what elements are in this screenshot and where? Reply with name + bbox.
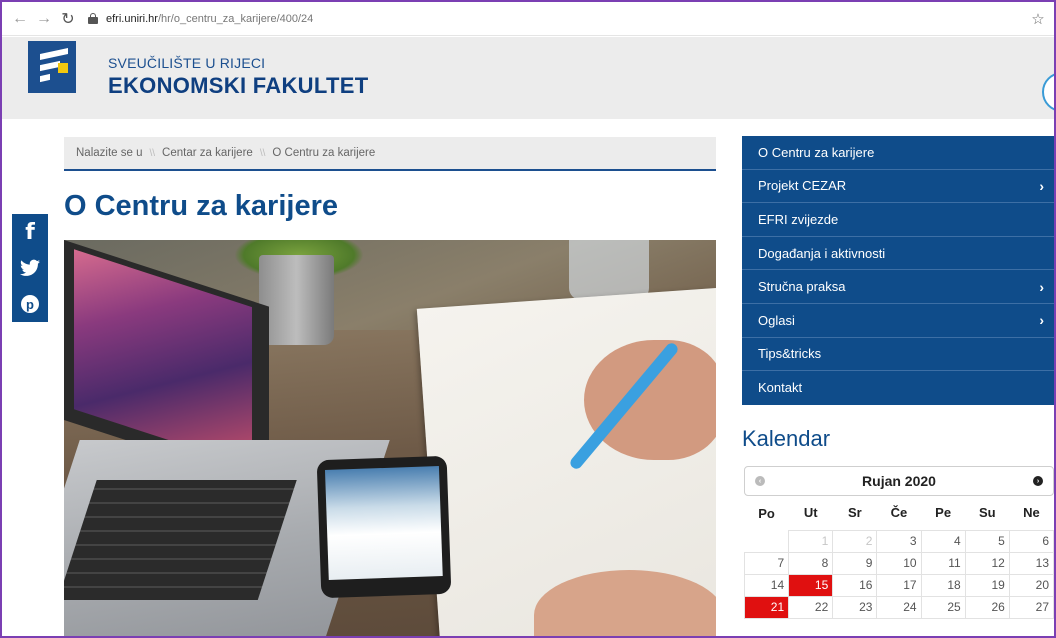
sidebar-item-kontakt[interactable]: Kontakt — [742, 371, 1054, 405]
lock-icon — [88, 13, 98, 24]
breadcrumb-item-current: O Centru za karijere — [272, 147, 376, 159]
sidebar-item-label: Kontakt — [758, 380, 803, 396]
calendar-day[interactable]: 2 — [832, 529, 878, 553]
calendar-day[interactable]: 13 — [1008, 551, 1054, 575]
sidebar-item-label: Događanja i aktivnosti — [758, 245, 886, 261]
calendar-day[interactable]: 21 — [743, 595, 790, 619]
back-arrow-icon[interactable]: ← — [8, 7, 32, 31]
calendar-day[interactable]: 25 — [920, 595, 966, 619]
breadcrumb-item-centar[interactable]: Centar za karijere — [162, 147, 253, 159]
calendar-day[interactable]: 18 — [920, 573, 966, 597]
breadcrumb-separator: \\ — [259, 147, 266, 159]
calendar-empty-cell — [745, 530, 789, 552]
calendar-day[interactable]: 24 — [876, 595, 922, 619]
calendar-day[interactable]: 4 — [920, 529, 966, 553]
calendar-day[interactable]: 22 — [788, 595, 834, 619]
social-share-bar: f p — [12, 214, 48, 322]
browser-window: ← → ↻ efri.uniri.hr/hr/o_centru_za_karij… — [0, 0, 1056, 638]
sidebar-item-strucna-praksa[interactable]: Stručna praksa › — [742, 270, 1054, 304]
site-header: SVEUČILIŠTE U RIJECI EKONOMSKI FAKULTET — [2, 37, 1054, 119]
calendar-day[interactable]: 9 — [832, 551, 878, 575]
calendar-day[interactable]: 20 — [1008, 573, 1054, 597]
pinterest-icon[interactable]: p — [12, 286, 48, 322]
calendar-day[interactable]: 10 — [876, 551, 922, 575]
browser-toolbar: ← → ↻ efri.uniri.hr/hr/o_centru_za_karij… — [2, 2, 1054, 36]
faculty-name[interactable]: EKONOMSKI FAKULTET — [108, 73, 368, 99]
calendar-weekday: Če — [890, 505, 908, 521]
calendar-day[interactable]: 19 — [964, 573, 1010, 597]
calendar-day[interactable]: 14 — [743, 573, 790, 597]
university-name: SVEUČILIŠTE U RIJECI — [108, 55, 266, 71]
calendar-month: Rujan 2020 — [862, 473, 936, 489]
calendar-day[interactable]: 5 — [964, 529, 1010, 553]
calendar-title: Kalendar — [742, 426, 831, 451]
sidebar-nav: O Centru za karijere Projekt CEZAR › EFRI… — [742, 136, 1054, 405]
sidebar-item-oglasi[interactable]: Oglasi › — [742, 304, 1054, 338]
sidebar-item-label: Stručna praksa — [758, 279, 846, 295]
calendar-day[interactable]: 11 — [920, 551, 966, 575]
sidebar-item-label: Tips&tricks — [758, 346, 822, 362]
previous-month-icon[interactable]: ‹ — [755, 476, 765, 486]
calendar-day[interactable]: 17 — [876, 573, 922, 597]
sidebar-item-projekt-cezar[interactable]: Projekt CEZAR › — [742, 170, 1054, 204]
twitter-icon[interactable] — [12, 250, 48, 286]
calendar-day[interactable]: 8 — [788, 551, 834, 575]
calendar-weekday: Ne — [1023, 505, 1040, 521]
breadcrumb-label: Nalazite se u — [76, 147, 143, 159]
calendar-day[interactable]: 27 — [1008, 595, 1054, 619]
calendar-day[interactable]: 23 — [832, 595, 878, 619]
calendar-day[interactable]: 12 — [964, 551, 1010, 575]
calendar-weekday: Po — [758, 505, 775, 521]
url-host: efri.uniri.hr — [106, 12, 158, 25]
calendar-weekday: Su — [978, 505, 996, 521]
breadcrumb: Nalazite se u \\ Centar za karijere \\ O… — [64, 137, 716, 171]
sidebar-item-label: EFRI zvijezde — [758, 211, 839, 227]
reload-icon[interactable]: ↻ — [56, 7, 80, 31]
chevron-right-icon: › — [1039, 278, 1044, 295]
calendar-day[interactable]: 26 — [964, 595, 1010, 619]
calendar-weekday: Ut — [803, 505, 818, 521]
calendar-header: ‹ Rujan 2020 › — [744, 466, 1054, 496]
chevron-right-icon: › — [1039, 177, 1044, 194]
sidebar-item-efri-zvijezde[interactable]: EFRI zvijezde — [742, 203, 1054, 237]
breadcrumb-separator: \\ — [149, 147, 156, 159]
page-title: O Centru za karijere — [64, 190, 338, 222]
calendar-day[interactable]: 7 — [743, 551, 790, 575]
faculty-logo[interactable] — [28, 41, 76, 93]
next-month-icon[interactable]: › — [1033, 476, 1043, 486]
sidebar-item-o-centru[interactable]: O Centru za karijere — [742, 136, 1054, 170]
calendar-day[interactable]: 6 — [1008, 529, 1054, 553]
sidebar-item-label: Projekt CEZAR — [758, 178, 847, 194]
sidebar-item-tips-tricks[interactable]: Tips&tricks — [742, 338, 1054, 372]
forward-arrow-icon[interactable]: → — [32, 7, 56, 31]
hero-image — [64, 240, 716, 636]
calendar-grid: Po Ut Sr Če Pe Su Ne 1 2 3 4 5 6 7 8 9 10 11 12 13 14 15 16 17… — [743, 496, 1054, 619]
calendar-day[interactable]: 1 — [788, 529, 834, 553]
calendar-weekday: Sr — [847, 505, 862, 521]
calendar-widget: ‹ Rujan 2020 › Po Ut Sr Če Pe Su Ne 1234567891… — [743, 466, 1054, 619]
calendar-weekday: Pe — [935, 505, 952, 521]
sidebar-item-label: Oglasi — [758, 312, 795, 328]
sidebar-item-label: O Centru za karijere — [758, 144, 875, 160]
chevron-right-icon: › — [1039, 312, 1044, 329]
calendar-day[interactable]: 3 — [876, 529, 922, 553]
facebook-icon[interactable]: f — [12, 214, 48, 250]
url-path: /hr/o_centru_za_karijere/400/24 — [157, 12, 314, 25]
bookmark-star-icon[interactable]: ☆ — [1026, 10, 1050, 28]
calendar-day[interactable]: 16 — [832, 573, 878, 597]
address-bar[interactable]: efri.uniri.hr/hr/o_centru_za_karijere/40… — [88, 6, 1026, 32]
sidebar-item-dogadjanja[interactable]: Događanja i aktivnosti — [742, 237, 1054, 271]
calendar-day[interactable]: 15 — [788, 573, 834, 597]
